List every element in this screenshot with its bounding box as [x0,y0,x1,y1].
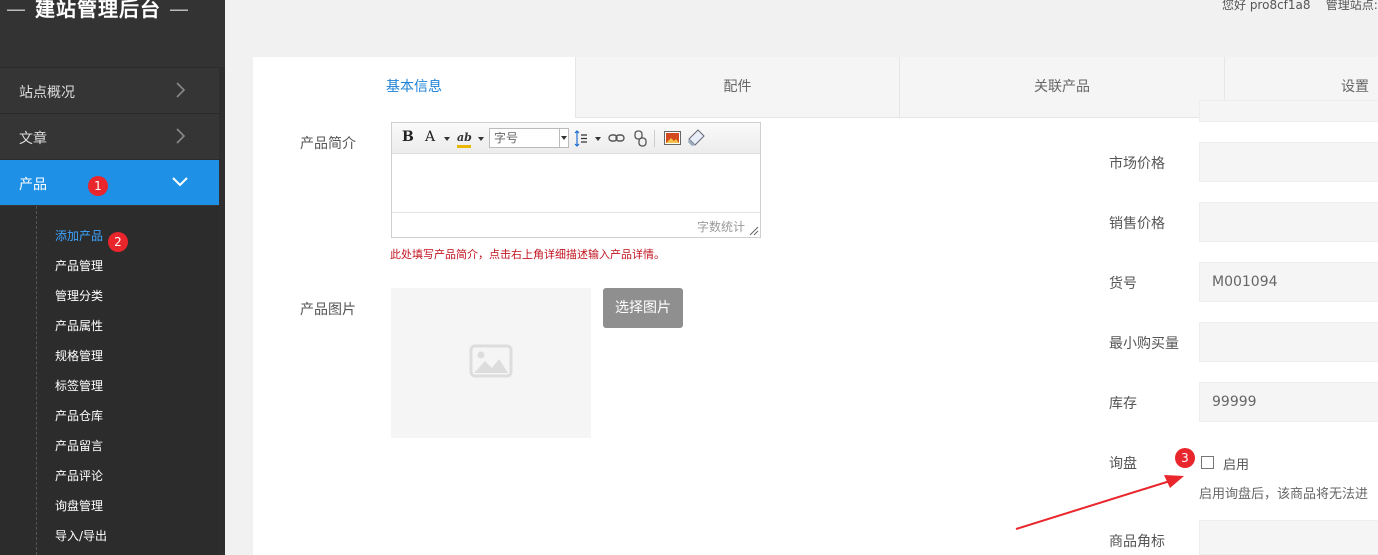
choose-image-button[interactable]: 选择图片 [603,288,683,328]
min-qty-label: 最小购买量 [1109,336,1179,352]
product-submenu: 添加产品 产品管理 管理分类 产品属性 规格管理 标签管理 产品仓库 产品留言 … [0,206,219,555]
tab-related-products[interactable]: 关联产品 [900,57,1225,118]
font-color-button[interactable]: A [425,129,435,147]
image-label: 产品图片 [300,302,356,318]
sidebar-item-products[interactable]: 产品 1 [0,159,225,205]
sidebar-item-label: 文章 [19,131,47,147]
submenu-item-warehouse[interactable]: 产品仓库 [55,401,103,431]
app-title: 建站管理后台 [34,0,161,21]
line-height-caret-icon[interactable] [595,137,601,141]
sidebar-item-label: 站点概况 [19,85,75,101]
submenu-item-product-manage[interactable]: 产品管理 [55,251,103,281]
corner-label: 商品角标 [1109,534,1165,550]
market-price-label: 市场价格 [1109,156,1165,172]
insert-image-icon[interactable] [664,131,681,145]
submenu-item-category-manage[interactable]: 管理分类 [55,281,103,311]
submenu-item-messages[interactable]: 产品留言 [55,431,103,461]
market-price-input[interactable] [1199,142,1378,182]
image-placeholder[interactable] [391,288,591,438]
min-qty-input[interactable] [1199,322,1378,362]
logo: — 建站管理后台 — [0,0,225,67]
submenu-item-inquiry-manage[interactable]: 询盘管理 [55,491,103,521]
submenu-item-add-product[interactable]: 添加产品 [55,221,103,251]
submenu-item-tag-manage[interactable]: 标签管理 [55,371,103,401]
eraser-icon[interactable] [688,129,705,147]
submenu-item-product-attributes[interactable]: 产品属性 [55,311,103,341]
tab-accessories[interactable]: 配件 [576,57,900,118]
summary-hint: 此处填写产品简介，点击右上角详细描述输入产品详情。 [390,248,665,261]
link-icon[interactable] [608,132,625,144]
word-count: 字数统计 [696,220,745,234]
chevron-down-icon [559,129,568,147]
image-placeholder-icon [469,344,513,378]
inquiry-checkbox[interactable] [1201,456,1214,469]
sale-price-input[interactable] [1199,202,1378,242]
stock-input[interactable]: 99999 [1199,382,1378,422]
sidebar-item-label: 产品 [19,177,47,193]
logo-dash-left: — [6,0,27,21]
step-badge-3: 3 [1175,448,1195,468]
inquiry-hint: 启用询盘后，该商品将无法进 [1199,487,1369,502]
inquiry-checkbox-label[interactable]: 启用 [1223,454,1249,473]
sidebar-scrollbar[interactable] [219,67,225,555]
sidebar: — 建站管理后台 — 站点概况 文章 产品 1 添加产品 产品管理 管理分类 产… [0,0,225,555]
summary-editor[interactable]: B A ab 字号 字数统计 [391,122,761,238]
stock-label: 库存 [1109,396,1137,412]
submenu-item-import-export[interactable]: 导入/导出 [55,521,107,551]
tab-basic-info[interactable]: 基本信息 [253,57,576,118]
chevron-down-icon [172,177,188,187]
corner-input[interactable] [1199,520,1378,555]
inquiry-label: 询盘 [1109,456,1137,472]
previous-field-input[interactable] [1199,100,1378,122]
toolbar-separator [654,130,655,147]
sku-label: 货号 [1109,276,1137,292]
site-label[interactable]: 管理站点: [1326,0,1378,12]
submenu-guide-line [36,206,37,555]
chevron-right-icon [176,82,186,98]
editor-statusbar: 字数统计 [392,212,760,237]
sale-price-label: 销售价格 [1109,216,1165,232]
logo-dash-right: — [168,0,190,21]
resize-handle-icon[interactable] [749,226,759,236]
sidebar-item-overview[interactable]: 站点概况 [0,67,219,113]
font-size-placeholder: 字号 [494,131,519,145]
sidebar-item-articles[interactable]: 文章 [0,113,219,159]
unlink-icon[interactable] [633,130,648,147]
step-badge-2: 2 [108,232,128,252]
editor-toolbar: B A ab 字号 [392,123,760,154]
step-badge-1: 1 [88,176,108,196]
font-color-caret-icon[interactable] [444,137,450,141]
font-size-select[interactable]: 字号 [489,128,569,148]
highlight-caret-icon[interactable] [478,137,484,141]
summary-label: 产品简介 [300,136,356,152]
user-info: 您好 pro8cf1a8 管理站点: [1222,0,1378,13]
highlight-swatch-icon [457,145,471,148]
line-height-icon[interactable] [574,130,588,147]
submenu-item-reviews[interactable]: 产品评论 [55,461,103,491]
sku-input[interactable]: M001094 [1199,262,1378,302]
user-greeting: 您好 pro8cf1a8 [1222,0,1311,12]
chevron-right-icon [176,128,186,144]
bold-button[interactable]: B [402,129,414,147]
submenu-item-spec-manage[interactable]: 规格管理 [55,341,103,371]
